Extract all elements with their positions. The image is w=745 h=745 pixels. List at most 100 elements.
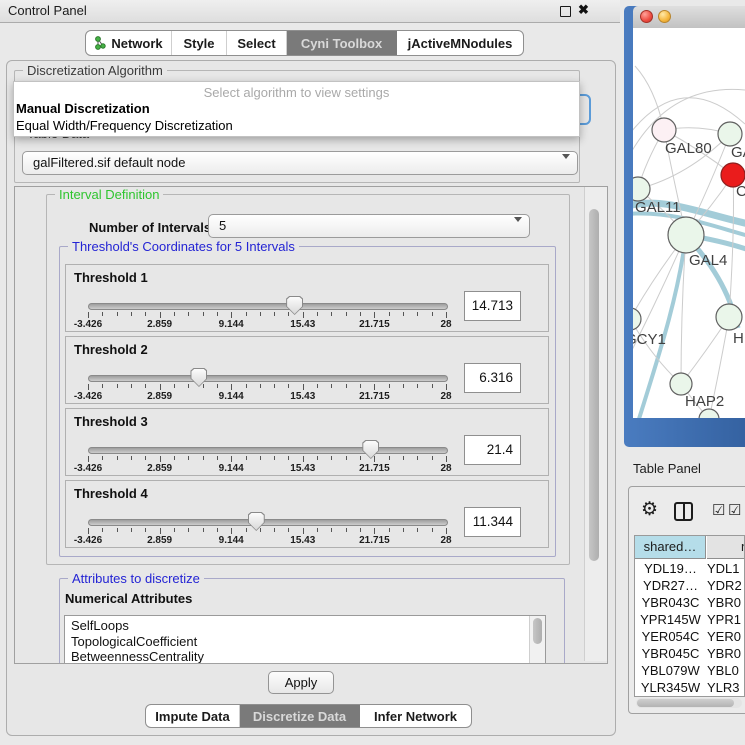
table-row[interactable]: YBR043CYBR0 (635, 594, 745, 611)
tab-label: Infer Network (374, 709, 457, 724)
slider-track[interactable] (88, 447, 448, 454)
table-cell[interactable]: YER054C (635, 628, 706, 645)
tab-discretize-data[interactable]: Discretize Data (240, 705, 360, 727)
table-cell[interactable]: YLR3 (707, 679, 745, 696)
table-horizontal-scrollbar[interactable] (636, 698, 742, 708)
network-canvas[interactable]: GAL80GACGAL11GAL4GCY1HHAP2 (633, 28, 745, 418)
network-node-gal80[interactable] (652, 118, 676, 142)
table-column-header[interactable]: na (707, 536, 745, 559)
table-cell[interactable]: YPR1 (707, 611, 745, 628)
threshold-label: Threshold 3 (74, 414, 148, 429)
list-scrollbar[interactable] (529, 616, 545, 664)
table-row[interactable]: YBL079WYBL0 (635, 662, 745, 679)
network-node-label: C (736, 183, 745, 200)
threshold-value-field[interactable]: 6.316 (464, 363, 521, 393)
threshold-slider[interactable]: -3.4262.8599.14415.4321.71528 (88, 439, 446, 475)
table-cell[interactable]: YBR0 (707, 594, 745, 611)
table-cell[interactable]: YPR145W (635, 611, 706, 628)
slider-track[interactable] (88, 519, 448, 526)
table-panel-title: Table Panel (633, 461, 701, 476)
tab-network[interactable]: Network (86, 31, 172, 55)
table-cell[interactable]: YIL0 (707, 696, 745, 697)
panel-scrollbar[interactable] (584, 187, 607, 661)
minimize-traffic-light[interactable] (658, 10, 671, 23)
table-cell[interactable]: YDR2 (707, 577, 745, 594)
threshold-slider[interactable]: -3.4262.8599.14415.4321.71528 (88, 295, 446, 331)
slider-track[interactable] (88, 303, 448, 310)
table-cell[interactable]: YBL0 (707, 662, 745, 679)
checkbox-icon[interactable]: ☑ (712, 503, 725, 518)
list-item[interactable]: BetweennessCentrality (65, 649, 545, 664)
close-panel-icon[interactable]: ✖ (578, 2, 589, 18)
settings-scrollpane: Interval Definition Number of Intervals … (14, 186, 608, 664)
tab-jactivemnodules[interactable]: jActiveMNodules (397, 31, 523, 55)
tab-label: Cyni Toolbox (301, 36, 382, 51)
table-column-header[interactable]: shared… (635, 536, 706, 559)
numerical-attributes-list[interactable]: SelfLoopsTopologicalCoefficientBetweenne… (64, 615, 546, 664)
float-panel-icon[interactable] (560, 6, 571, 17)
table-cell[interactable]: YBR0 (707, 645, 745, 662)
threshold-panel: Threshold 3 -3.4262.8599.14415.4321.71528… (65, 408, 549, 476)
thresholds-group-title: Threshold's Coordinates for 5 Intervals (68, 239, 299, 254)
slider-ticks (88, 528, 446, 535)
threshold-label: Threshold 1 (74, 270, 148, 285)
table-row[interactable]: YER054CYER0 (635, 628, 745, 645)
tab-impute-data[interactable]: Impute Data (146, 705, 240, 727)
tab-label: Select (237, 36, 275, 51)
algorithm-placeholder: Select algorithm to view settings (14, 85, 579, 100)
slider-track[interactable] (88, 375, 448, 382)
table-cell[interactable]: YDL1 (707, 560, 745, 577)
attribute-table: shared… na YDL19…YDL1YDR27…YDR2YBR043CYB… (634, 535, 745, 697)
table-cell[interactable]: YBR045C (635, 645, 706, 662)
table-cell[interactable]: YIL052C (635, 696, 706, 697)
tab-select[interactable]: Select (227, 31, 287, 55)
tab-style[interactable]: Style (172, 31, 227, 55)
network-edge (633, 319, 681, 384)
threshold-slider[interactable]: -3.4262.8599.14415.4321.71528 (88, 511, 446, 547)
network-node-ga[interactable] (718, 122, 742, 146)
network-window-titlebar[interactable] (633, 6, 745, 29)
panel-scrollbar-thumb[interactable] (589, 209, 599, 561)
list-item[interactable]: TopologicalCoefficient (65, 634, 545, 650)
number-of-intervals-combobox[interactable]: 5 (208, 214, 530, 238)
table-cell[interactable]: YBR043C (635, 594, 706, 611)
table-row[interactable]: YIL052CYIL0 (635, 696, 745, 697)
threshold-slider[interactable]: -3.4262.8599.14415.4321.71528 (88, 367, 446, 403)
table-row[interactable]: YBR045CYBR0 (635, 645, 745, 662)
network-node-h[interactable] (716, 304, 742, 330)
split-columns-icon[interactable] (674, 502, 693, 521)
table-row[interactable]: YDL19…YDL1 (635, 560, 745, 577)
table-row[interactable]: YDR27…YDR2 (635, 577, 745, 594)
table-data-combobox[interactable]: galFiltered.sif default node (22, 151, 578, 175)
network-node-gal11[interactable] (633, 177, 650, 201)
table-row[interactable]: YPR145WYPR1 (635, 611, 745, 628)
table-cell[interactable]: YDR27… (635, 577, 706, 594)
network-node-gal4[interactable] (668, 217, 704, 253)
network-node-gcy1[interactable] (633, 308, 641, 330)
threshold-value-field[interactable]: 11.344 (464, 507, 521, 537)
apply-button[interactable]: Apply (268, 671, 334, 694)
tab-label: Style (183, 36, 214, 51)
tab-infer-network[interactable]: Infer Network (360, 705, 471, 727)
threshold-value-field[interactable]: 21.4 (464, 435, 521, 465)
tab-cyni-toolbox[interactable]: Cyni Toolbox (287, 31, 397, 55)
list-item[interactable]: SelfLoops (65, 618, 545, 634)
close-traffic-light[interactable] (640, 10, 653, 23)
table-row[interactable]: YLR345WYLR3 (635, 679, 745, 696)
checkbox-icon[interactable]: ☑ (728, 503, 741, 518)
threshold-label: Threshold 4 (74, 486, 148, 501)
table-cell[interactable]: YER0 (707, 628, 745, 645)
table-cell[interactable]: YLR345W (635, 679, 706, 696)
combobox-stepper-icon (506, 219, 522, 238)
threshold-value-field[interactable]: 14.713 (464, 291, 521, 321)
dropdown-option[interactable]: Manual Discretization (16, 101, 150, 116)
network-node-hap2[interactable] (670, 373, 692, 395)
attributes-group-title: Attributes to discretize (68, 571, 204, 586)
interval-definition-title: Interval Definition (55, 187, 163, 202)
gear-icon[interactable]: ⚙ (641, 500, 658, 519)
dropdown-option[interactable]: Equal Width/Frequency Discretization (16, 118, 233, 133)
table-cell[interactable]: YDL19… (635, 560, 706, 577)
table-cell[interactable]: YBL079W (635, 662, 706, 679)
zoom-traffic-light[interactable] (676, 10, 689, 23)
network-icon (94, 36, 106, 50)
